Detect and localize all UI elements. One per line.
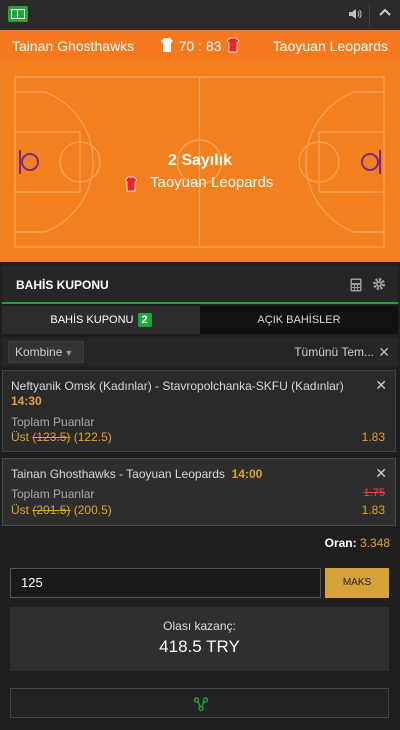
score: 70 : 83 <box>160 37 240 55</box>
home-team-name: Tainan Ghosthawks <box>12 38 135 54</box>
bet-type-dropdown[interactable]: Kombine ▼ <box>8 341 84 363</box>
old-line: (123.5) <box>32 430 71 444</box>
bet-item: Neftyanik Omsk (Kadınlar) - Stavropolcha… <box>2 370 396 452</box>
total-odds-value: 3.348 <box>359 536 390 550</box>
stake-input[interactable]: 125 <box>10 568 321 598</box>
tab-betslip[interactable]: BAHİS KUPONU 2 <box>2 306 200 334</box>
away-team-name: Taoyuan Leopards <box>272 38 388 54</box>
tab-open-bets-label: AÇIK BAHİSLER <box>257 314 341 326</box>
home-jersey-icon <box>161 38 173 52</box>
betslip-tabs: BAHİS KUPONU 2 AÇIK BAHİSLER <box>2 306 398 334</box>
betslip-title: BAHİS KUPONU <box>16 278 109 292</box>
remove-bet-icon[interactable]: ✕ <box>375 465 387 482</box>
close-icon[interactable]: ✕ <box>378 345 390 359</box>
remove-bet-icon[interactable]: ✕ <box>375 377 387 394</box>
old-odd: 1.75 <box>363 487 385 499</box>
field-view-icon[interactable] <box>8 6 28 22</box>
gear-icon[interactable] <box>372 277 386 291</box>
bet-match: Neftyanik Omsk (Kadınlar) - Stavropolcha… <box>11 379 371 409</box>
away-jersey-icon <box>226 37 240 53</box>
place-bet-button[interactable] <box>10 688 389 718</box>
potential-win-amount: 418.5 TRY <box>159 637 240 656</box>
chevron-up-icon[interactable] <box>378 6 392 20</box>
bet-match-name: Tainan Ghosthawks - Taoyuan Leopards <box>11 467 225 481</box>
score-value: 70 : 83 <box>178 38 222 54</box>
tab-betslip-label: BAHİS KUPONU <box>50 314 134 326</box>
bet-time: 14:30 <box>11 394 42 408</box>
bet-item: Tainan Ghosthawks - Taoyuan Leopards 14:… <box>2 458 396 526</box>
clear-all-link[interactable]: Tümünü Tem... <box>294 345 374 359</box>
total-odds-label: Oran: <box>324 536 357 550</box>
total-odds: Oran: 3.348 <box>325 536 390 550</box>
event-team: Taoyuan Leopards <box>150 174 274 191</box>
scoreboard: Tainan Ghosthawks 70 : 83 Taoyuan Leopar… <box>0 30 400 62</box>
betslip-header: BAHİS KUPONU <box>2 266 398 304</box>
basketball-court: 2 Sayılık Taoyuan Leopards <box>0 62 400 262</box>
bet-match-name: Neftyanik Omsk (Kadınlar) - Stavropolcha… <box>11 379 344 393</box>
bet-type-row: Kombine ▼ Tümünü Tem... ✕ <box>2 338 398 366</box>
bet-selection: Üst (123.5) (122.5) <box>11 430 112 444</box>
bet-selection: Üst (201.5) (200.5) <box>11 503 112 517</box>
share-icon <box>193 697 209 712</box>
selection-name: Üst <box>11 430 29 444</box>
caret-down-icon: ▼ <box>64 348 74 358</box>
volume-icon[interactable] <box>348 7 362 21</box>
bet-count-badge: 2 <box>137 313 152 327</box>
calculator-icon[interactable] <box>350 278 362 292</box>
selection-name: Üst <box>11 503 29 517</box>
bet-time: 14:00 <box>231 467 263 481</box>
team-jersey-icon <box>124 176 138 192</box>
tab-open-bets[interactable]: AÇIK BAHİSLER <box>200 306 398 334</box>
event-title: 2 Sayılık <box>167 152 233 169</box>
bet-odd: 1.83 <box>361 430 385 444</box>
new-line: (122.5) <box>73 430 112 444</box>
bet-market: Toplam Puanlar <box>11 487 95 501</box>
bet-type-value: Kombine <box>15 345 63 359</box>
bet-market: Toplam Puanlar <box>11 415 95 429</box>
top-bar <box>0 0 400 30</box>
divider <box>369 4 370 26</box>
old-line: (201.5) <box>32 503 71 517</box>
potential-win-label: Olası kazanç: <box>163 619 236 633</box>
new-line: (200.5) <box>73 503 112 517</box>
max-stake-button[interactable]: MAKS <box>325 568 389 598</box>
potential-win-box: Olası kazanç: 418.5 TRY <box>10 607 389 671</box>
bet-odd: 1.83 <box>361 503 385 517</box>
bet-match: Tainan Ghosthawks - Taoyuan Leopards 14:… <box>11 467 371 482</box>
